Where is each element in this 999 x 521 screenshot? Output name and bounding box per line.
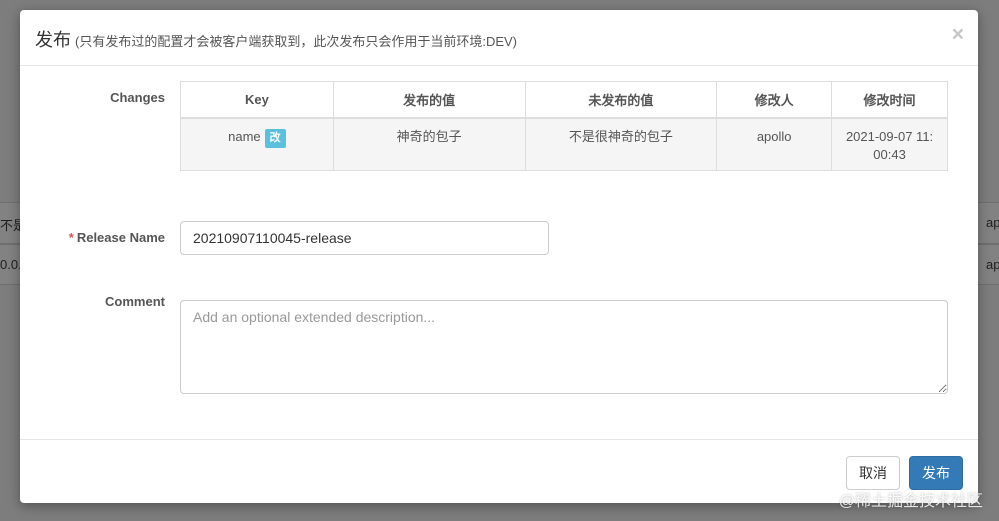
changes-label: Changes [110,90,165,105]
publish-button[interactable]: 发布 [909,456,963,490]
cell-key: name 改 [180,117,334,171]
column-header-modified-time: 修改时间 [831,81,948,119]
column-header-published-value: 发布的值 [332,81,526,119]
dialog-subtitle: (只有发布过的配置才会被客户端获取到，此次发布只会作用于当前环境:DEV) [75,34,518,49]
background-cell: ap [986,257,999,272]
cell-modified-time: 2021-09-07 11: 00:43 [831,117,948,171]
watermark: @稀土掘金技术社区 [838,493,983,510]
release-name-label-text: Release Name [76,230,165,245]
dialog-title: 发布 [35,30,71,50]
modified-badge: 改 [264,128,286,148]
column-header-unpublished-value: 未发布的值 [524,81,718,119]
table-header-row: Key 发布的值 未发布的值 修改人 修改时间 [180,81,948,119]
changes-table: Key 发布的值 未发布的值 修改人 修改时间 name 改 神奇的包子 不是很神… [180,81,948,171]
required-mark: * [68,230,74,245]
release-name-label: * Release Name [20,230,165,245]
modified-time-line: 00:43 [873,146,906,162]
comment-label: Comment [105,294,165,309]
close-icon[interactable]: × [952,24,964,45]
modified-time-line: 2021-09-07 11: [845,128,934,144]
cell-unpublished-value: 不是很神奇的包子 [524,117,718,171]
dialog-header: 发布 (只有发布过的配置才会被客户端获取到，此次发布只会作用于当前环境:DEV) … [20,10,978,66]
table-row: name 改 神奇的包子 不是很神奇的包子 apollo 2021-09-07 1… [180,117,948,171]
background-cell: ap [986,215,999,230]
dialog-footer: 取消 发布 [20,439,978,503]
publish-dialog: 发布 (只有发布过的配置才会被客户端获取到，此次发布只会作用于当前环境:DEV) … [20,10,978,503]
release-name-input[interactable] [180,221,549,255]
key-name: name [228,128,261,144]
column-header-key: Key [180,81,334,119]
cell-modifier: apollo [716,117,833,171]
cancel-button[interactable]: 取消 [846,456,900,490]
cell-published-value: 神奇的包子 [332,117,526,171]
column-header-modifier: 修改人 [716,81,833,119]
comment-textarea[interactable] [180,300,948,394]
